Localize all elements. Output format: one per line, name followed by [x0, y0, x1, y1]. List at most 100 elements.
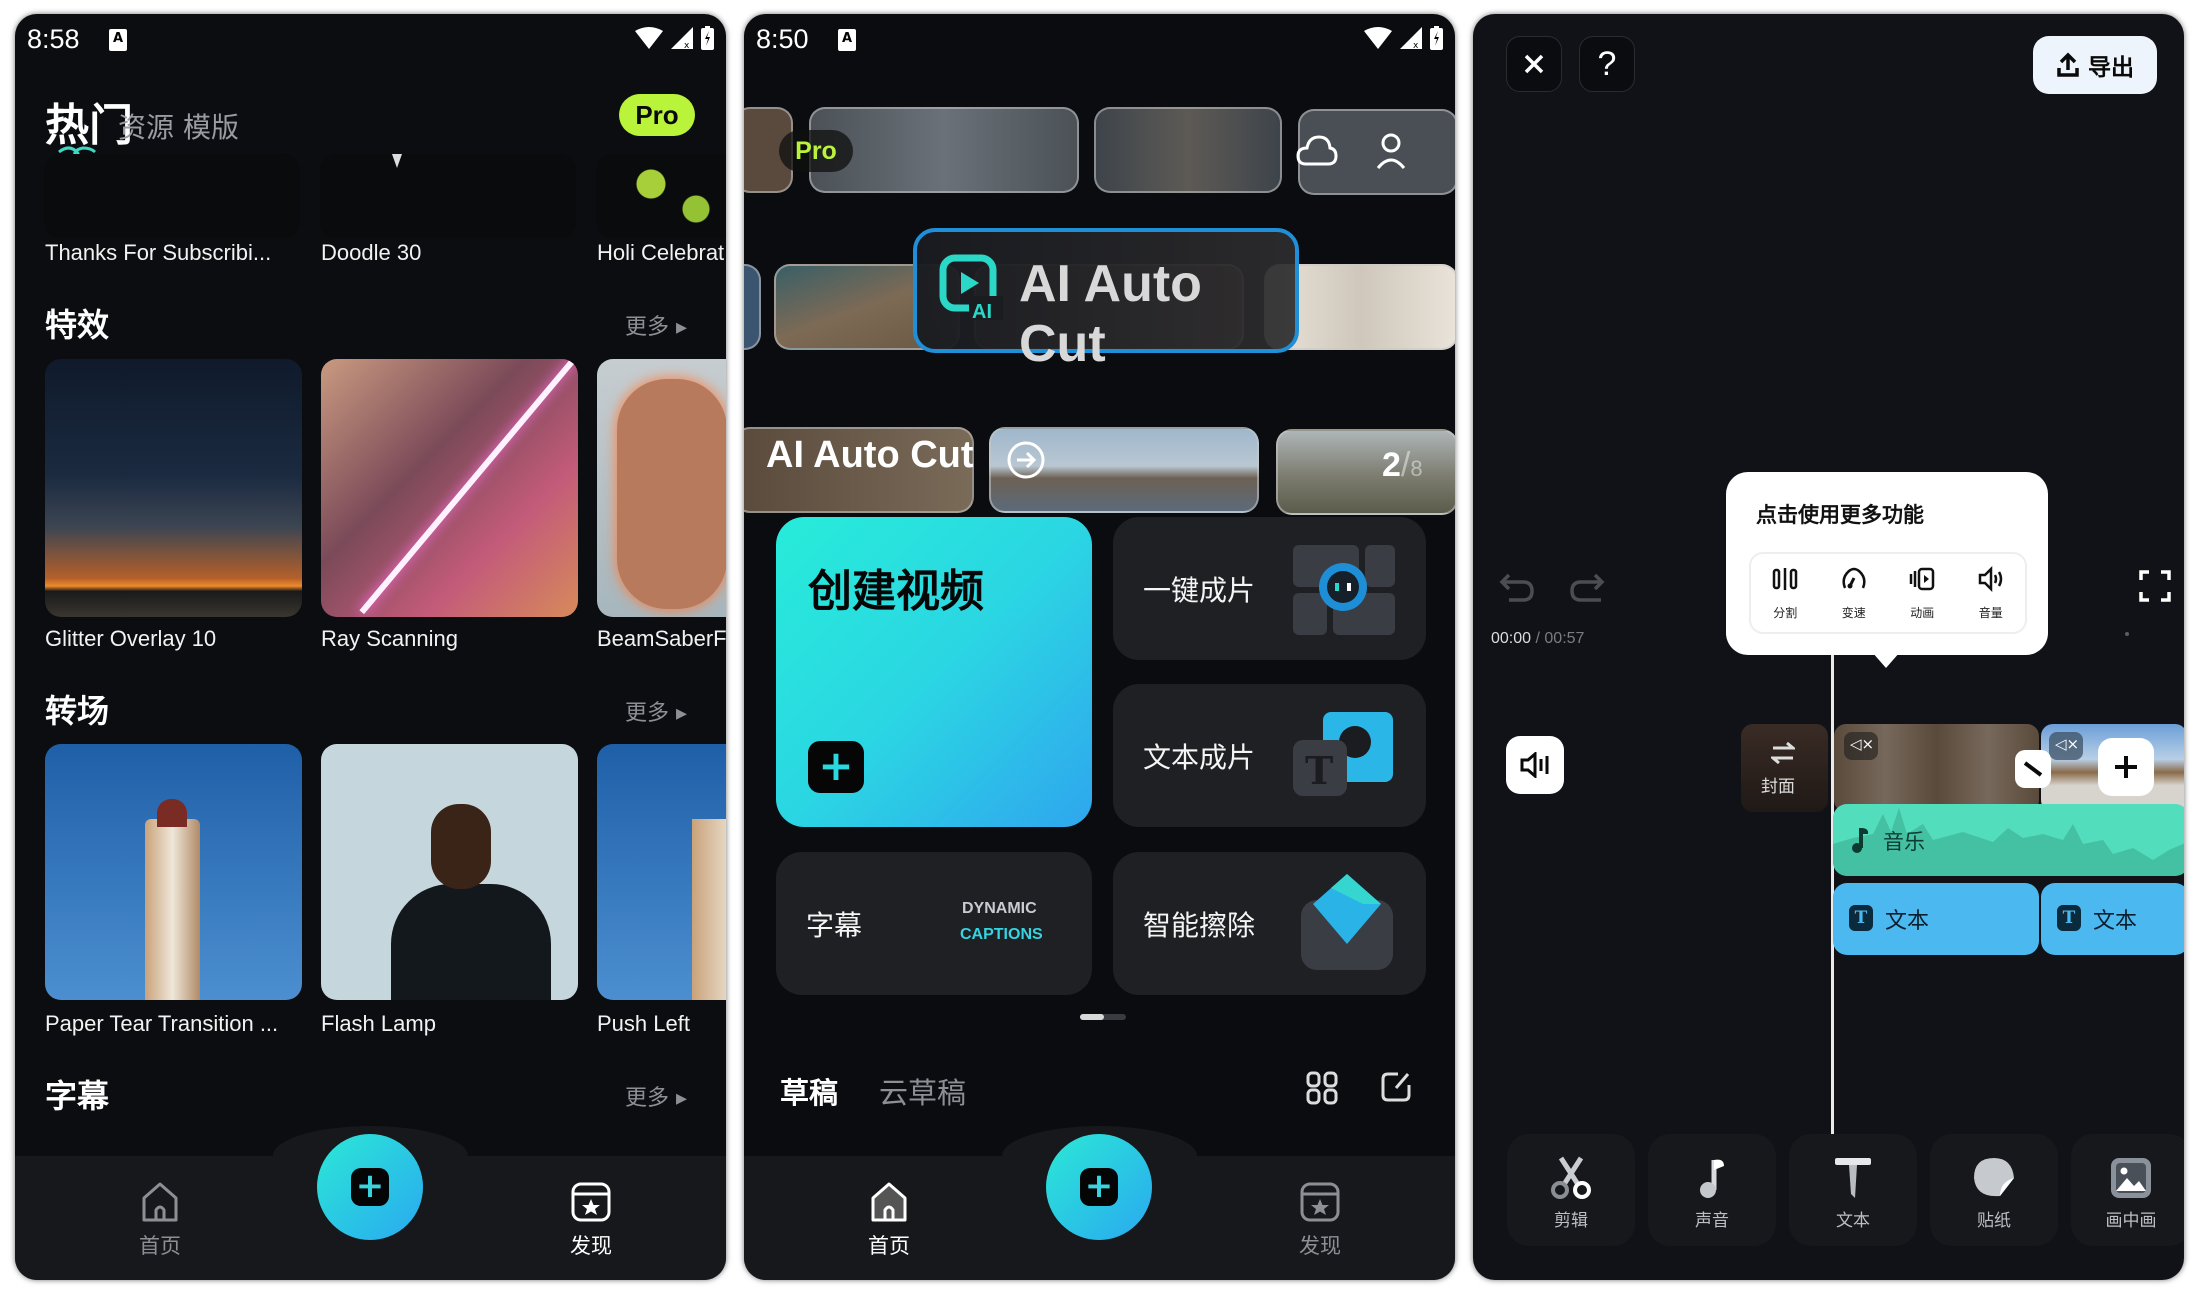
more-link-transitions[interactable]: 更多 ▸ [625, 695, 687, 727]
cover-button[interactable]: 封面 [1741, 724, 1828, 812]
pro-badge[interactable]: Pro [619, 94, 695, 136]
signal-icon: x [1400, 27, 1422, 49]
effect-label: Glitter Overlay 10 [45, 626, 217, 651]
cloud-icon[interactable] [1296, 134, 1338, 168]
text-track[interactable]: T 文本 [1833, 883, 2039, 955]
close-button[interactable] [1506, 36, 1562, 92]
captions-tile[interactable]: 字幕 DYNAMIC CAPTIONS [776, 852, 1092, 995]
transition-thumb-paper-tear[interactable] [45, 744, 302, 1000]
tooltip-volume[interactable]: 音量 [1957, 554, 2026, 632]
signal-icon: x [671, 27, 693, 49]
tool-edit[interactable]: 剪辑 [1507, 1134, 1635, 1246]
muted-icon[interactable]: ◁× [2049, 732, 2083, 760]
transition-label: Push Left [597, 1011, 690, 1036]
edit-drafts-icon[interactable] [1380, 1071, 1412, 1103]
text-track-label: 文本 [2093, 909, 2138, 934]
profile-icon[interactable] [1376, 132, 1406, 170]
home-icon [142, 1182, 178, 1222]
effect-thumb-beamsaber[interactable] [597, 359, 726, 617]
one-click-video-tile[interactable]: 一键成片 [1113, 517, 1426, 660]
transition-label: Flash Lamp [321, 1011, 436, 1036]
text-to-video-tile[interactable]: 文本成片 T [1113, 684, 1426, 827]
bottom-nav: 首页 + 发现 [15, 1126, 726, 1280]
volume-icon [1520, 752, 1549, 778]
effect-thumb-glitter-overlay[interactable] [45, 359, 302, 617]
more-link-captions[interactable]: 更多 ▸ [625, 1080, 687, 1112]
wifi-icon [635, 27, 663, 49]
grid-view-icon[interactable] [1306, 1071, 1338, 1105]
tile-label: 字幕 [806, 909, 863, 942]
template-label: Doodle 30 [321, 240, 422, 265]
screen-home: 8:50 A x Pro AI AI Auto Cut AI Auto Cut … [744, 14, 1455, 1280]
export-button[interactable]: 导出 [2033, 36, 2157, 94]
ai-auto-cut-caption: AI Auto Cut [766, 434, 974, 476]
redo-icon[interactable] [1569, 571, 1605, 603]
music-note-icon [1700, 1159, 1724, 1198]
tab-templates[interactable]: 模版 [183, 106, 239, 146]
tab-resources[interactable]: 资源 [118, 106, 174, 146]
music-track-label: 音乐 [1883, 830, 1925, 854]
tool-text[interactable]: 文本 [1789, 1134, 1917, 1246]
help-button[interactable]: ? [1579, 36, 1635, 92]
effect-thumb-ray-scanning[interactable] [321, 359, 578, 617]
smart-erase-tile[interactable]: 智能擦除 [1113, 852, 1426, 995]
music-track[interactable]: 音乐 [1833, 804, 2184, 876]
section-title-captions: 字幕 [45, 1077, 110, 1115]
banner-page-indicator: 2/8 [1382, 446, 1423, 484]
track-mute-button[interactable] [1506, 736, 1564, 794]
transition-button[interactable] [2015, 750, 2051, 788]
tooltip-title: 点击使用更多功能 [1756, 503, 1924, 527]
effect-label: BeamSaberF [597, 626, 726, 651]
volume-icon [1978, 565, 2002, 593]
ai-auto-cut-title: AI Auto Cut [1019, 255, 1202, 373]
undo-icon[interactable] [1499, 571, 1535, 603]
nav-home[interactable]: 首页 [120, 1180, 200, 1260]
tooltip-split[interactable]: 分割 [1751, 554, 1820, 632]
text-icon [1835, 1158, 1871, 1198]
create-fab[interactable]: + [317, 1134, 423, 1240]
template-thumb[interactable] [44, 154, 300, 238]
video-clip[interactable]: ◁× [1834, 724, 2039, 812]
plus-icon: + [808, 741, 864, 793]
more-link-effects[interactable]: 更多 ▸ [625, 309, 687, 341]
create-fab[interactable]: + [1046, 1134, 1152, 1240]
template-thumb[interactable] [320, 154, 576, 238]
text-track[interactable]: T 文本 [2041, 883, 2184, 955]
fullscreen-icon[interactable] [2139, 570, 2171, 602]
upload-icon [2057, 52, 2079, 77]
split-icon [1773, 568, 1798, 590]
tool-audio[interactable]: 声音 [1648, 1134, 1776, 1246]
bottom-nav: 首页 + 发现 [744, 1126, 1455, 1280]
template-label: Holi Celebrat [597, 240, 725, 265]
text-to-video-icon: T [1293, 712, 1393, 796]
template-thumb[interactable] [596, 154, 726, 238]
tooltip-animation[interactable]: 动画 [1888, 554, 1957, 632]
pro-badge[interactable]: Pro [779, 130, 853, 172]
muted-icon[interactable]: ◁× [1844, 732, 1878, 760]
tab-drafts[interactable]: 草稿 [780, 1070, 838, 1112]
tool-pip[interactable]: 画中画 [2071, 1134, 2184, 1246]
svg-text:T: T [1305, 748, 1333, 793]
dynamic-captions-art: CAPTIONS [960, 926, 1043, 943]
ai-auto-cut-badge[interactable]: AI AI Auto Cut [913, 228, 1299, 373]
create-video-tile[interactable]: 创建视频 + [776, 517, 1092, 827]
transition-thumb-push-left[interactable] [597, 744, 726, 1000]
transition-icon [2023, 761, 2043, 777]
ai-auto-cut-icon: AI [939, 254, 1003, 320]
battery-icon [1430, 26, 1443, 50]
nav-discover[interactable]: 发现 [1280, 1180, 1360, 1260]
transition-thumb-flash-lamp[interactable] [321, 744, 578, 1000]
nav-home[interactable]: 首页 [849, 1180, 929, 1260]
nav-discover[interactable]: 发现 [551, 1180, 631, 1260]
discover-icon [1300, 1182, 1340, 1222]
add-clip-button[interactable] [2098, 738, 2154, 796]
dynamic-captions-art: DYNAMIC [962, 900, 1037, 917]
tooltip-speed[interactable]: 变速 [1820, 554, 1889, 632]
section-title-transitions: 转场 [45, 692, 110, 730]
svg-text:x: x [684, 41, 690, 49]
transition-label: Paper Tear Transition ... [45, 1011, 279, 1036]
tool-sticker[interactable]: 贴纸 [1930, 1134, 2058, 1246]
speed-icon [1842, 567, 1866, 589]
arrow-right-circle-icon[interactable] [1006, 440, 1046, 480]
tab-cloud-drafts[interactable]: 云草稿 [879, 1070, 966, 1112]
